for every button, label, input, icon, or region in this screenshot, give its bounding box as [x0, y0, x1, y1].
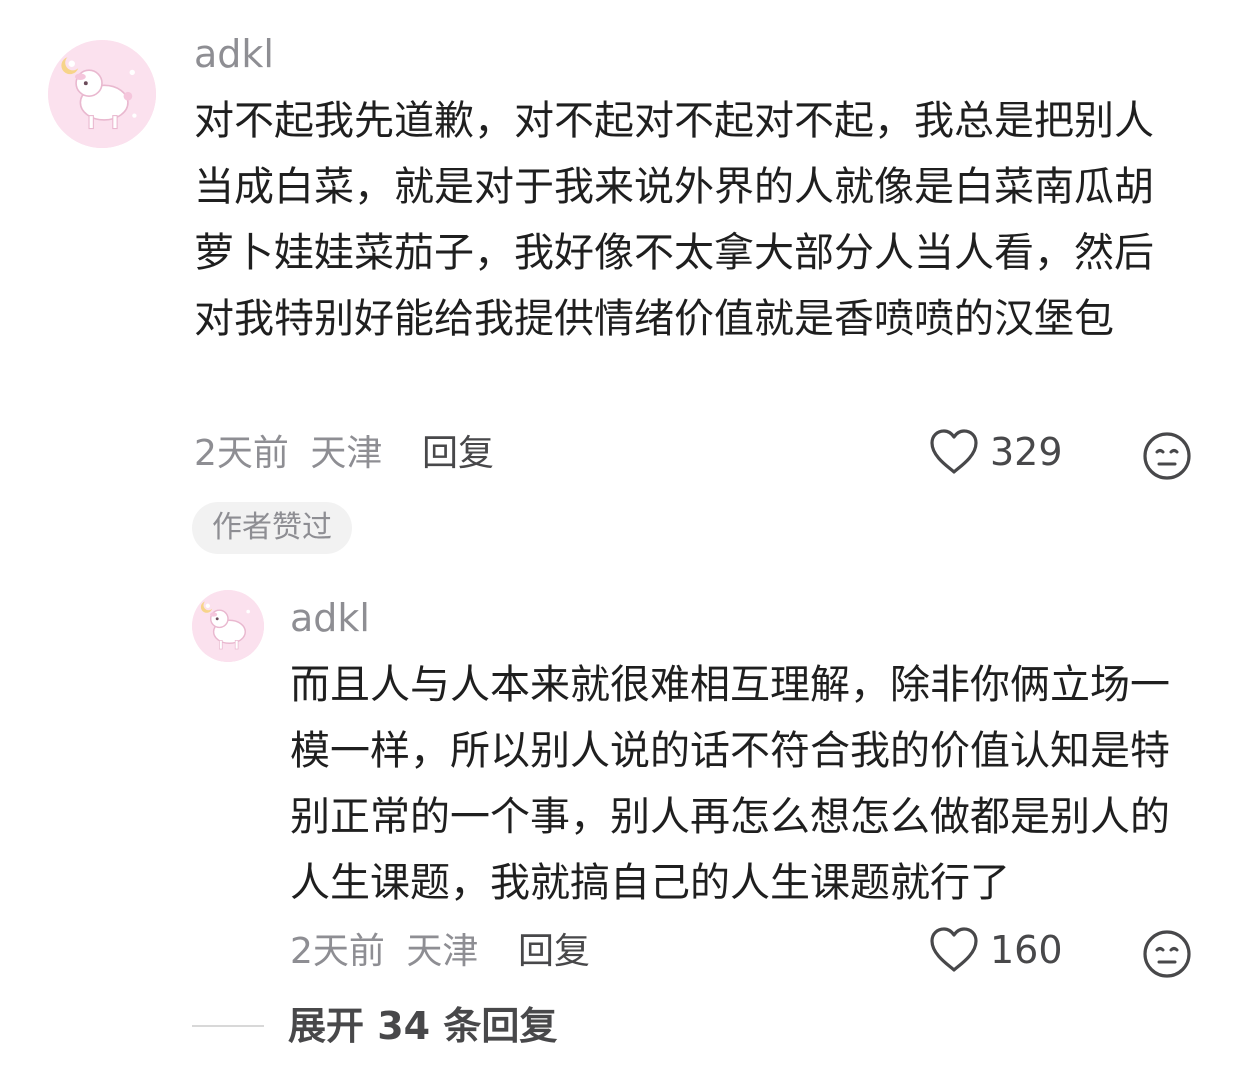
like-count: 329	[990, 430, 1063, 474]
comment-location: 天津	[310, 433, 383, 474]
reply-text: 而且人与人本来就很难相互理解，除非你俩立场一模一样，所以别人说的话不符合我的价值…	[290, 662, 1170, 906]
reply-location: 天津	[406, 931, 479, 972]
heart-icon	[930, 927, 978, 972]
comment-text: 对不起我先道歉，对不起对不起对不起，我总是把别人当成白菜，就是对于我来说外界的人…	[194, 98, 1154, 342]
comment-meta: 2天前 天津	[194, 432, 382, 476]
reply-button[interactable]: 回复	[422, 432, 494, 476]
divider-line	[192, 1025, 264, 1027]
lamb-avatar-icon	[192, 590, 264, 662]
author-liked-badge: 作者赞过	[192, 502, 352, 554]
reply-button[interactable]: 回复	[518, 930, 590, 974]
heart-icon	[930, 429, 978, 474]
emoji-reaction-button[interactable]	[1142, 929, 1192, 979]
like-button[interactable]: 329	[928, 428, 1063, 476]
expand-replies-button[interactable]: 展开 34 条回复	[192, 1004, 557, 1048]
like-count: 160	[990, 928, 1063, 972]
lamb-avatar-icon	[48, 40, 156, 148]
avatar[interactable]	[48, 40, 156, 148]
emoji-reaction-button[interactable]	[1142, 431, 1192, 481]
comment-time: 2天前	[194, 433, 289, 474]
expand-replies-label: 展开 34 条回复	[288, 1004, 558, 1048]
reply-username[interactable]: adkl	[290, 596, 370, 640]
comment-username[interactable]: adkl	[194, 32, 274, 76]
neutral-face-icon	[1143, 930, 1191, 978]
reply-time: 2天前	[290, 931, 385, 972]
neutral-face-icon	[1143, 432, 1191, 480]
reply-avatar[interactable]	[192, 590, 264, 662]
like-button[interactable]: 160	[928, 926, 1063, 974]
reply-meta: 2天前 天津	[290, 930, 478, 974]
